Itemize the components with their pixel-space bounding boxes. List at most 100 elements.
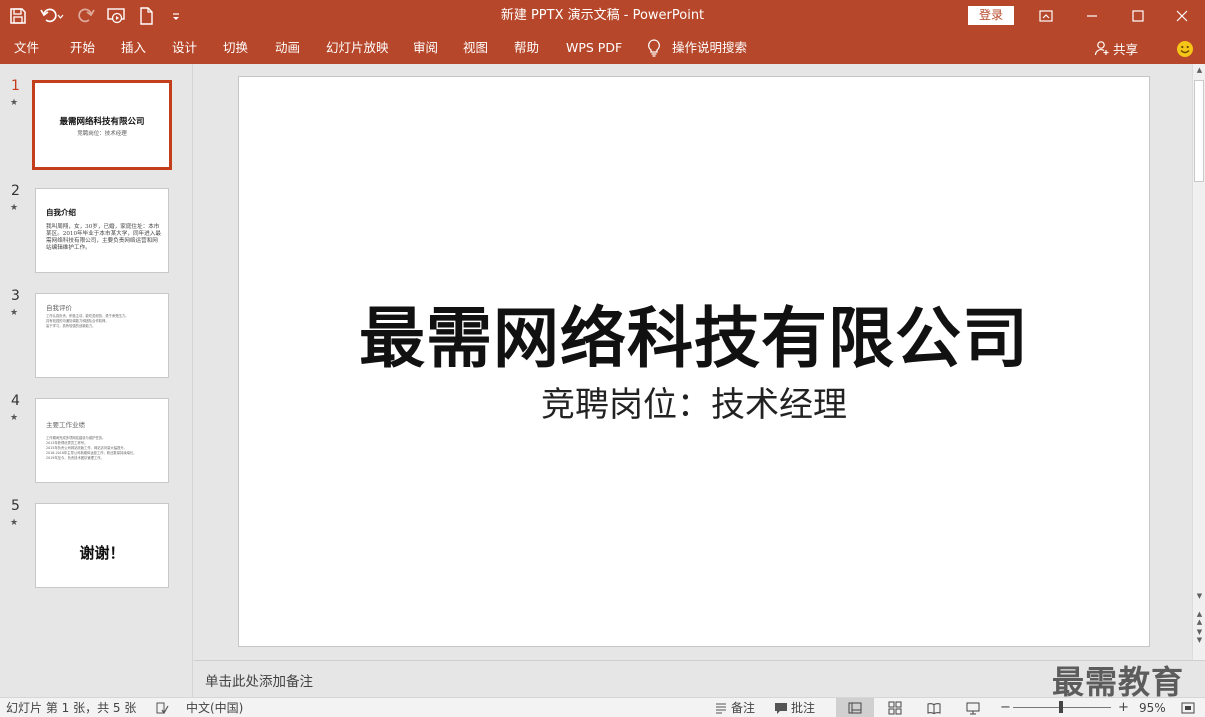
slide-number: 4: [11, 393, 20, 409]
tab-home[interactable]: 开始: [70, 32, 95, 64]
notes-label: 备注: [731, 701, 756, 715]
tab-view[interactable]: 视图: [463, 32, 488, 64]
thumb-title: 自我介绍: [46, 208, 76, 217]
reading-view-button[interactable]: [915, 698, 953, 717]
comment-icon: [775, 703, 787, 714]
slide-thumbnail-3[interactable]: 自我评价 工作认真负责，积极主动，能吃苦耐劳，勇于承受压力。 具有较强的沟通协调…: [35, 293, 169, 378]
comments-button[interactable]: 批注: [774, 698, 815, 717]
animation-star-icon: ★: [10, 518, 19, 528]
tab-design[interactable]: 设计: [172, 32, 197, 64]
slide-thumbnail-2[interactable]: 自我介绍 我叫周翔，女，30岁，已婚，家庭住址：本市某区。2010年毕业于本市某…: [35, 188, 169, 273]
redo-button[interactable]: [74, 4, 98, 28]
animation-star-icon: ★: [10, 98, 19, 108]
quick-access-toolbar: [6, 0, 194, 32]
slide-editing-area: 最需网络科技有限公司 竞聘岗位：技术经理: [194, 64, 1192, 660]
slide-subtitle[interactable]: 竞聘岗位：技术经理: [239, 377, 1149, 426]
slide-number: 1: [11, 78, 20, 94]
share-button[interactable]: 共享: [1094, 32, 1138, 64]
maximize-button[interactable]: [1115, 0, 1161, 32]
slide-count: 幻灯片 第 1 张，共 5 张: [6, 701, 137, 715]
zoom-slider-thumb[interactable]: [1059, 701, 1063, 713]
minimize-icon: [1087, 15, 1097, 17]
tab-transitions[interactable]: 切换: [223, 32, 248, 64]
slide-sorter-icon: [888, 701, 902, 715]
thumb-subtitle: 竞聘岗位：技术经理: [77, 131, 127, 137]
zoom-out-button[interactable]: −: [1000, 698, 1011, 717]
tab-slideshow[interactable]: 幻灯片放映: [326, 32, 389, 64]
customize-icon: [173, 13, 179, 20]
comments-label: 批注: [791, 701, 816, 715]
animation-star-icon: ★: [10, 308, 19, 318]
slide-number: 5: [11, 498, 20, 514]
undo-button[interactable]: [36, 4, 68, 28]
normal-view-icon: [848, 702, 862, 714]
fit-to-window-button[interactable]: [1181, 698, 1195, 717]
vertical-scrollbar[interactable]: ▲ ▼ ▲ ▲ ▼ ▼: [1192, 64, 1205, 660]
customize-qat-button[interactable]: [164, 4, 188, 28]
close-icon: [1176, 10, 1188, 22]
scrollbar-thumb[interactable]: [1194, 80, 1204, 182]
login-button[interactable]: 登录: [968, 6, 1014, 25]
tell-me-search[interactable]: 操作说明搜索: [672, 32, 747, 64]
close-button[interactable]: [1159, 0, 1205, 32]
thumb-body: 我叫周翔，女，30岁，已婚，家庭住址：本市某区。2010年毕业于本市某大学，同年…: [46, 224, 161, 251]
zoom-level[interactable]: 95%: [1139, 698, 1166, 717]
thumb-title: 自我评价: [46, 304, 72, 312]
notes-pane[interactable]: 单击此处添加备注 最需教育: [194, 660, 1205, 701]
smiley-feedback-icon[interactable]: [1176, 40, 1194, 58]
scroll-down-icon[interactable]: ▼: [1193, 592, 1205, 600]
thumb-line: 2019年至今，负责技术团队管理工作。: [46, 456, 104, 460]
new-file-button[interactable]: [134, 4, 158, 28]
spelling-check-button[interactable]: [155, 698, 169, 717]
next-slide-icon[interactable]: ▼ ▼: [1193, 628, 1205, 644]
minimize-button[interactable]: [1069, 0, 1115, 32]
slide-thumbnail-pane: 1 ★ 最需网络科技有限公司 竞聘岗位：技术经理 2 ★ 自我介绍 我叫周翔，女…: [0, 64, 193, 697]
tab-animations[interactable]: 动画: [275, 32, 300, 64]
slide-thumbnail-5[interactable]: 谢谢！: [35, 503, 169, 588]
slide-sorter-view-button[interactable]: [876, 698, 914, 717]
previous-slide-icon[interactable]: ▲ ▲: [1193, 610, 1205, 626]
tab-help[interactable]: 帮助: [514, 32, 539, 64]
reading-view-icon: [927, 703, 941, 715]
fit-slide-icon: [1181, 702, 1195, 714]
animation-star-icon: ★: [10, 413, 19, 423]
language-indicator[interactable]: 中文(中国): [186, 698, 243, 717]
scroll-up-icon[interactable]: ▲: [1193, 66, 1205, 74]
slide-title[interactable]: 最需网络科技有限公司: [239, 285, 1149, 381]
thumb-title: 最需网络科技有限公司: [59, 117, 145, 127]
slide-thumbnail-1[interactable]: 最需网络科技有限公司 竞聘岗位：技术经理: [32, 80, 172, 170]
current-slide[interactable]: 最需网络科技有限公司 竞聘岗位：技术经理: [238, 76, 1150, 647]
ribbon-tabs: 文件 开始 插入 设计 切换 动画 幻灯片放映 审阅 视图 帮助 WPS PDF…: [0, 32, 1205, 64]
status-bar: 幻灯片 第 1 张，共 5 张 中文(中国) 备注 批注 − + 95%: [0, 697, 1205, 717]
tab-insert[interactable]: 插入: [121, 32, 146, 64]
title-bar: 新建 PPTX 演示文稿 - PowerPoint 登录: [0, 0, 1205, 32]
tab-review[interactable]: 审阅: [413, 32, 438, 64]
slide-thumbnail-4[interactable]: 主要工作业绩 工作期间完成多项网站建设与维护任务。 2013年获得优秀员工称号。…: [35, 398, 169, 483]
new-file-icon: [140, 7, 153, 25]
save-icon: [10, 8, 26, 24]
zoom-in-button[interactable]: +: [1118, 698, 1129, 717]
normal-view-button[interactable]: [836, 698, 874, 717]
share-label: 共享: [1113, 41, 1139, 57]
save-button[interactable]: [6, 4, 30, 28]
tab-file[interactable]: 文件: [14, 32, 39, 64]
ribbon-display-options-button[interactable]: [1023, 0, 1069, 32]
tab-wps-pdf[interactable]: WPS PDF: [566, 32, 622, 64]
slideshow-from-start-icon: [107, 8, 125, 24]
notes-toggle-button[interactable]: 备注: [714, 698, 755, 717]
slide-number: 2: [11, 183, 20, 199]
undo-icon: [40, 8, 64, 23]
lightbulb-icon: [648, 39, 660, 57]
thumb-title: 主要工作业绩: [46, 421, 85, 429]
maximize-icon: [1132, 10, 1144, 22]
slide-number: 3: [11, 288, 20, 304]
proofing-icon: [156, 702, 169, 715]
thumb-line: 善于学习，具有较强的创新能力。: [46, 324, 96, 328]
person-add-icon: [1094, 41, 1109, 56]
slideshow-view-button[interactable]: [954, 698, 992, 717]
notes-placeholder[interactable]: 单击此处添加备注: [205, 670, 313, 690]
ribbon-display-options-icon: [1039, 10, 1053, 22]
slideshow-from-start-button[interactable]: [104, 4, 128, 28]
thumb-title: 谢谢！: [79, 544, 125, 562]
animation-star-icon: ★: [10, 203, 19, 213]
